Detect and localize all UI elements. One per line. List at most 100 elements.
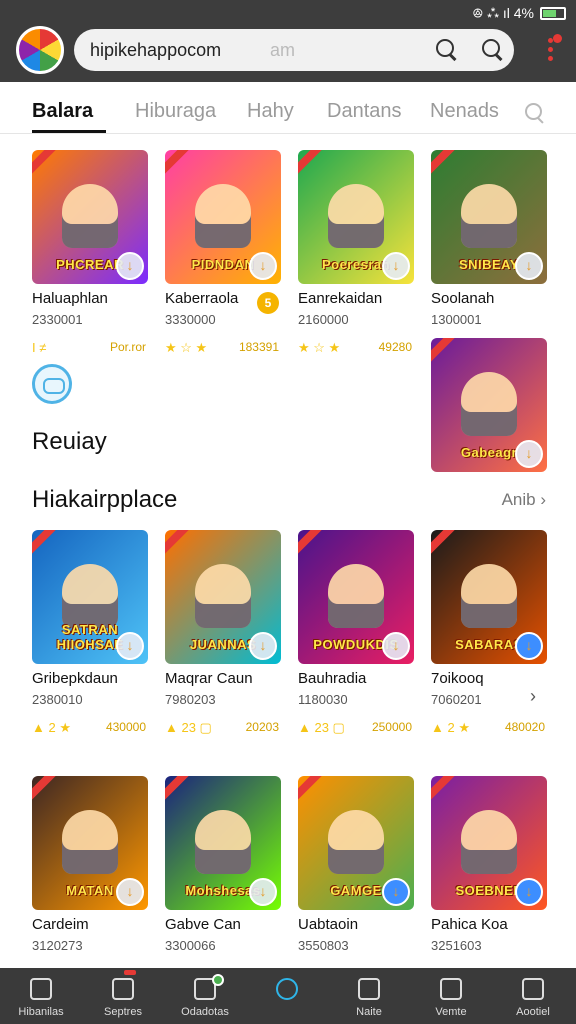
game-thumbnail[interactable]: POWDUKDIS — [298, 530, 414, 664]
game-character-art — [461, 184, 517, 248]
game-thumbnail[interactable]: JUANNAS — [165, 530, 281, 664]
nav-item-naite[interactable]: Naite — [328, 968, 410, 1024]
game-name: Gribepkdaun — [32, 670, 118, 687]
search-ghost-text: am — [270, 39, 296, 60]
home-icon — [30, 978, 52, 1000]
download-icon[interactable] — [515, 878, 543, 906]
status-bar: ꔮ ⁂ ıl 4% — [472, 3, 566, 23]
tab-hiburaga[interactable]: Hiburaga — [135, 100, 216, 123]
notification-dot-icon — [212, 974, 224, 986]
nav-item-odadotas[interactable]: Odadotas — [164, 968, 246, 1024]
game-thumbnail[interactable]: PHCREAR — [32, 150, 148, 284]
new-ribbon — [298, 530, 325, 559]
game-thumbnail[interactable]: SOEBNEE — [431, 776, 547, 910]
star-rating-icon: I ≠ — [32, 340, 47, 355]
rating-row: ★ ☆ ★ 183391 — [165, 340, 281, 356]
game-character-art — [195, 184, 251, 248]
chat-bubble-icon[interactable] — [32, 364, 72, 404]
status-icons: ꔮ ⁂ ıl 4% — [472, 4, 534, 21]
overflow-menu-icon[interactable] — [546, 34, 562, 64]
download-icon[interactable] — [515, 632, 543, 660]
download-icon[interactable] — [515, 440, 543, 468]
download-count: 7980203 — [165, 692, 216, 707]
download-count: 3120273 — [32, 938, 83, 953]
nav-label: Hibanilas — [18, 1006, 64, 1018]
see-more-link[interactable]: Anib › — [502, 490, 546, 510]
tab-hahy[interactable]: Hahy — [247, 100, 294, 123]
game-name: Soolanah — [431, 290, 495, 307]
star-rating-icon: ★ ☆ ★ — [165, 340, 208, 355]
tab-nenads[interactable]: Nenads — [430, 100, 499, 123]
download-icon[interactable] — [249, 632, 277, 660]
rating-score: 20203 — [245, 720, 279, 734]
search-input[interactable] — [90, 39, 390, 61]
download-icon[interactable] — [515, 252, 543, 280]
download-count: 7060201 — [431, 692, 482, 707]
download-count: 2330001 — [32, 312, 83, 327]
voice-search-icon[interactable] — [480, 37, 506, 63]
download-icon[interactable] — [249, 878, 277, 906]
new-ribbon — [298, 150, 325, 179]
game-thumbnail[interactable]: SABARAS — [431, 530, 547, 664]
download-count: 1300001 — [431, 312, 482, 327]
tab-balara[interactable]: Balara — [32, 100, 93, 123]
tab-search-icon[interactable] — [524, 102, 546, 124]
star-rating-icon: ▲ 23 ▢ — [298, 720, 345, 735]
search-bar[interactable]: am — [74, 29, 514, 71]
rating-row: ▲ 2 ★ 430000 — [32, 720, 148, 736]
game-character-art — [195, 564, 251, 628]
download-icon[interactable] — [382, 632, 410, 660]
game-thumbnail[interactable]: MATAN — [32, 776, 148, 910]
rating-score: Por.ror — [109, 340, 146, 354]
download-icon[interactable] — [382, 252, 410, 280]
nav-label: Septres — [104, 1006, 142, 1018]
game-thumbnail[interactable]: GAMGE — [298, 776, 414, 910]
chevron-right-icon[interactable]: › — [530, 686, 536, 707]
download-icon[interactable] — [116, 252, 144, 280]
nav-item-aootiel[interactable]: Aootiel — [492, 968, 574, 1024]
game-thumbnail[interactable]: Mohshesas — [165, 776, 281, 910]
download-icon[interactable] — [382, 878, 410, 906]
search-icon[interactable] — [434, 37, 460, 63]
game-character-art — [328, 810, 384, 874]
download-count: 3251603 — [431, 938, 482, 953]
game-character-art — [62, 810, 118, 874]
download-count: 3300066 — [165, 938, 216, 953]
nav-item-vemte[interactable]: Vemte — [410, 968, 492, 1024]
app-screen: ꔮ ⁂ ıl 4% am Balara Hiburaga Hahy Dantan… — [0, 0, 576, 1024]
new-ribbon — [431, 530, 458, 559]
nav-item-septres[interactable]: Septres — [82, 968, 164, 1024]
game-thumbnail[interactable]: SNIBEAY — [431, 150, 547, 284]
game-thumbnail[interactable]: SATRAN HIIOHSAE — [32, 530, 148, 664]
game-character-art — [461, 564, 517, 628]
nav-item-media[interactable] — [246, 968, 328, 1024]
rating-score: 49280 — [378, 340, 412, 354]
nav-item-hibanilas[interactable]: Hibanilas — [0, 968, 82, 1024]
new-ribbon — [431, 338, 458, 367]
list-icon — [440, 978, 462, 1000]
game-name: Gabve Can — [165, 916, 241, 933]
search-icon — [522, 978, 544, 1000]
download-icon[interactable] — [116, 878, 144, 906]
star-rating-icon: ★ ☆ ★ — [298, 340, 341, 355]
game-name: Cardeim — [32, 916, 89, 933]
rating-row: ▲ 23 ▢ 20203 — [165, 720, 281, 736]
download-icon[interactable] — [249, 252, 277, 280]
game-thumbnail[interactable]: Poeresran — [298, 150, 414, 284]
app-logo[interactable] — [16, 26, 64, 74]
new-ribbon — [32, 150, 59, 179]
game-thumbnail[interactable]: PIDNDAN — [165, 150, 281, 284]
game-character-art — [62, 564, 118, 628]
download-count: 3550803 — [298, 938, 349, 953]
active-tab-indicator — [32, 130, 106, 133]
section-title-marketplace: Hiakairpplace — [32, 486, 178, 513]
game-thumbnail[interactable]: Gabeagr — [431, 338, 547, 472]
download-count: 1180030 — [298, 692, 348, 707]
new-ribbon — [165, 776, 192, 805]
notification-bar-icon — [124, 970, 136, 975]
game-name: 7oikooq — [431, 670, 484, 687]
nav-label: Naite — [356, 1006, 382, 1018]
download-icon[interactable] — [116, 632, 144, 660]
game-name: Uabtaoin — [298, 916, 359, 933]
tab-dantans[interactable]: Dantans — [327, 100, 402, 123]
